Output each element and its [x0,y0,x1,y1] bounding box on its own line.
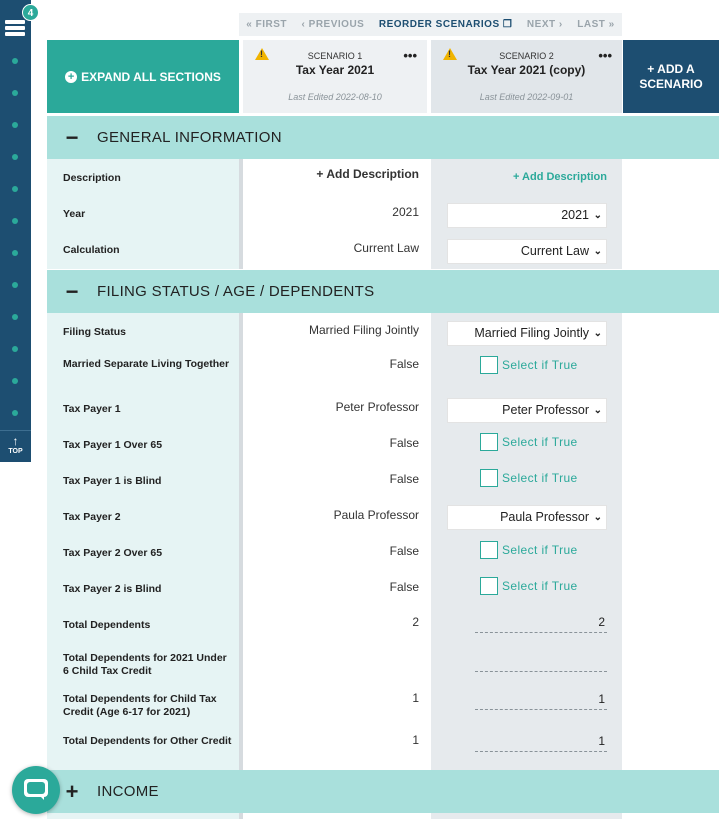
section-nav-dot[interactable] [12,218,18,224]
year-select[interactable]: 2021 ⌄ [447,203,607,228]
section-nav-dot[interactable] [12,410,18,416]
section-nav-dot[interactable] [12,58,18,64]
taxpayer-1-blind-checkbox[interactable]: Select if True [480,469,578,487]
chevron-down-icon: ⌄ [593,328,602,339]
filing-status-select[interactable]: Married Filing Jointly ⌄ [447,321,607,346]
chevron-down-icon: ⌄ [593,512,602,523]
dependents-other-input[interactable]: 1 [475,732,607,752]
section-nav-dot[interactable] [12,314,18,320]
taxpayer-2-blind-checkbox[interactable]: Select if True [480,577,578,595]
arrow-up-icon: ↑ [12,434,19,448]
taxpayer-1-select[interactable]: Peter Professor ⌄ [447,398,607,423]
section-count-badge: 4 [22,4,39,21]
total-dependents-input[interactable]: 2 [475,613,607,633]
sections-menu-icon[interactable] [5,20,25,36]
section-nav-dot[interactable] [12,282,18,288]
section-income[interactable]: + INCOME [47,770,719,813]
calculation-select[interactable]: Current Law ⌄ [447,239,607,264]
collapse-icon[interactable]: − [47,125,97,151]
section-nav-dot[interactable] [12,346,18,352]
section-nav-dot[interactable] [12,122,18,128]
section-nav-dot[interactable] [12,154,18,160]
plus-circle-icon: + [65,70,78,83]
section-general-information[interactable]: − GENERAL INFORMATION [47,116,719,159]
more-options-icon[interactable]: ••• [403,48,417,63]
section-nav-dot[interactable] [12,378,18,384]
more-options-icon[interactable]: ••• [598,48,612,63]
next-link[interactable]: NEXT › [527,19,563,30]
section-nav-dot[interactable] [12,250,18,256]
add-description-link[interactable]: + Add Description [513,171,607,183]
married-separate-checkbox[interactable]: Select if True [480,356,578,374]
scenario-number: SCENARIO 1 [307,51,363,61]
left-nav-rail: 4 ↑ TOP [0,0,39,462]
scenario-name[interactable]: Tax Year 2021 (copy) [431,61,622,77]
last-link[interactable]: LAST » [577,19,614,30]
chevron-down-icon: ⌄ [593,210,602,221]
last-edited: Last Edited 2022-09-01 [479,92,574,102]
scenario-2-header: ! ••• SCENARIO 2 Tax Year 2021 (copy) La… [431,40,622,113]
expand-all-sections-button[interactable]: + EXPAND ALL SECTIONS [47,40,239,113]
scenario-number: SCENARIO 2 [499,51,554,61]
scenario-name[interactable]: Tax Year 2021 [243,61,427,77]
taxpayer-2-over-65-checkbox[interactable]: Select if True [480,541,578,559]
first-link[interactable]: « FIRST [246,19,287,30]
section-nav-dot[interactable] [12,186,18,192]
chevron-down-icon: ⌄ [593,246,602,257]
add-description-link[interactable]: + Add Description [243,167,419,181]
last-edited: Last Edited 2022-08-10 [288,92,382,102]
chevron-down-icon: ⌄ [593,405,602,416]
chat-button[interactable] [12,766,60,814]
taxpayer-1-over-65-checkbox[interactable]: Select if True [480,433,578,451]
add-scenario-button[interactable]: + ADD A SCENARIO [623,40,719,113]
reorder-scenarios-link[interactable]: REORDER SCENARIOS ❐ [379,19,512,30]
dependents-under-6-input[interactable] [475,652,607,672]
collapse-icon[interactable]: − [47,279,97,305]
scenario-pager: « FIRST ‹ PREVIOUS REORDER SCENARIOS ❐ N… [239,13,622,36]
section-nav-dot[interactable] [12,90,18,96]
previous-link[interactable]: ‹ PREVIOUS [302,19,365,30]
section-filing-status[interactable]: − FILING STATUS / AGE / DEPENDENTS [47,270,719,313]
scroll-top-button[interactable]: ↑ TOP [0,430,31,462]
taxpayer-2-select[interactable]: Paula Professor ⌄ [447,505,607,530]
dependents-6-17-input[interactable]: 1 [475,690,607,710]
scenario-1-header: ! ••• SCENARIO 1 Tax Year 2021 Last Edit… [243,40,427,113]
